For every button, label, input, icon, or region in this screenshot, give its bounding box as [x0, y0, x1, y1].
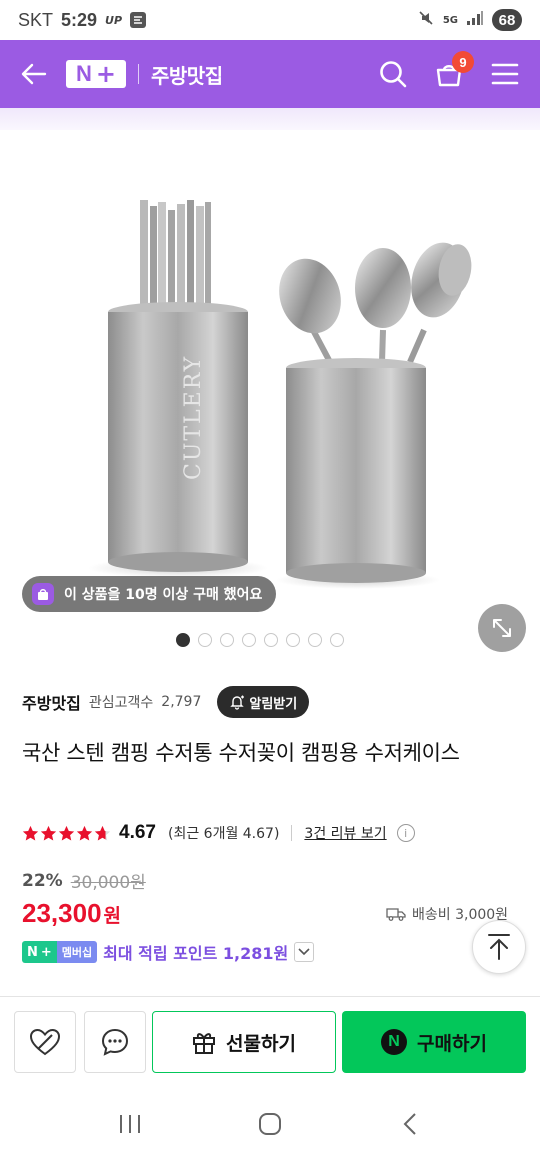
- network-type: 5G: [442, 14, 458, 26]
- alarm-label: 알림받기: [249, 696, 298, 712]
- system-navigation-bar: [0, 1090, 540, 1158]
- promo-strip: [0, 108, 540, 130]
- pagination-dot[interactable]: [286, 633, 300, 647]
- home-button[interactable]: [250, 1104, 290, 1144]
- top-navigation-bar: N + 주방맛집 9: [0, 40, 540, 108]
- battery-indicator: 68: [492, 9, 522, 31]
- product-title: 국산 스텐 캠핑 수저통 수저꽂이 캠핑용 수저케이스: [22, 741, 460, 765]
- star-icon: [76, 825, 93, 841]
- cart-icon[interactable]: 9: [432, 51, 474, 91]
- membership-label: 멤버십: [56, 941, 98, 963]
- heart-icon: [29, 1028, 61, 1056]
- purchase-count-badge: 이 상품을 10명 이상 구매 했어요: [22, 576, 277, 612]
- chevron-left-icon: [403, 1113, 416, 1135]
- pagination-dot[interactable]: [330, 633, 344, 647]
- pagination-dot[interactable]: [198, 633, 212, 647]
- shopping-bag-icon: [32, 583, 54, 605]
- max-points: 최대 적립 포인트 1,281원: [103, 944, 289, 963]
- membership-badge: N + 멤버십: [22, 941, 98, 963]
- star-icon: [40, 825, 57, 841]
- points-row[interactable]: N + 멤버십 최대 적립 포인트 1,281원: [22, 940, 315, 964]
- delivery-truck-icon: [386, 908, 406, 921]
- rating-value: 4.67: [119, 822, 156, 843]
- store-name-title[interactable]: 주방맛집: [151, 60, 223, 89]
- price-unit: 원: [103, 905, 122, 927]
- carrier-label: SKT: [18, 9, 54, 30]
- store-link[interactable]: 주방맛집: [22, 690, 81, 714]
- chevron-down-icon[interactable]: [294, 942, 315, 962]
- star-icon: [58, 825, 75, 841]
- wishlist-button[interactable]: [14, 1011, 76, 1073]
- original-price: 30,000원: [70, 873, 146, 893]
- recent-apps-button[interactable]: [110, 1104, 150, 1144]
- chat-bubble-icon: [101, 1028, 129, 1056]
- arrow-up-icon: [488, 934, 510, 960]
- sale-price: 23,300: [22, 898, 102, 928]
- system-back-button[interactable]: [390, 1104, 430, 1144]
- search-icon[interactable]: [376, 57, 410, 91]
- scroll-to-top-button[interactable]: [472, 920, 526, 974]
- recents-icon: [120, 1115, 140, 1133]
- sale-price-row: 23,300 원: [22, 898, 121, 929]
- divider: [291, 825, 293, 841]
- menu-icon[interactable]: [488, 57, 522, 91]
- product-image-gallery[interactable]: CUTLERY 이 상품을 10명 이상 구매 했어요: [0, 130, 540, 660]
- fans-count: 2,797: [161, 694, 202, 710]
- alarm-subscribe-button[interactable]: 알림받기: [217, 686, 310, 718]
- talktalk-chat-button[interactable]: [84, 1011, 146, 1073]
- up-indicator: UP: [105, 13, 123, 27]
- star-icon: [94, 825, 111, 841]
- status-bar: SKT 5:29 UP 5G 68: [0, 0, 540, 40]
- app-notification-icon: [130, 12, 147, 28]
- rating-row: 4.67 (최근 6개월 4.67) 3건 리뷰 보기 i: [22, 822, 415, 844]
- review-link[interactable]: 3건 리뷰 보기: [304, 823, 386, 843]
- buy-now-button[interactable]: N 구매하기: [342, 1011, 526, 1073]
- pagination-dot[interactable]: [220, 633, 234, 647]
- purchase-badge-text: 이 상품을 10명 이상 구매 했어요: [64, 587, 263, 603]
- back-arrow-icon[interactable]: [18, 58, 50, 90]
- signal-icon: [466, 10, 484, 31]
- gift-label: 선물하기: [226, 1032, 296, 1055]
- pagination-dot[interactable]: [308, 633, 322, 647]
- bell-plus-icon: [230, 695, 245, 710]
- mute-icon: [417, 9, 435, 32]
- gift-button[interactable]: 선물하기: [152, 1011, 336, 1073]
- purchase-action-bar: 선물하기 N 구매하기: [0, 996, 540, 1088]
- discount-row: 22% 30,000원: [22, 868, 146, 894]
- nplus-store-logo[interactable]: N +: [66, 60, 126, 88]
- info-icon[interactable]: i: [396, 824, 415, 842]
- cutlery-engraving: CUTLERY: [181, 355, 206, 480]
- cart-count-badge: 9: [452, 51, 474, 73]
- star-icon: [22, 825, 39, 841]
- divider: [138, 64, 139, 84]
- buy-label: 구매하기: [417, 1032, 487, 1055]
- discount-rate: 22%: [22, 870, 63, 891]
- fans-label: 관심고객수: [88, 695, 154, 711]
- pagination-dot[interactable]: [242, 633, 256, 647]
- gallery-pagination: [0, 633, 540, 647]
- recent-rating: (최근 6개월 4.67): [167, 826, 280, 842]
- pagination-dot[interactable]: [264, 633, 278, 647]
- rating-stars: [22, 825, 111, 842]
- npay-icon: N: [381, 1029, 408, 1055]
- home-icon: [259, 1113, 281, 1135]
- status-time: 5:29: [61, 9, 98, 30]
- pagination-dot[interactable]: [176, 633, 190, 647]
- gift-icon: [193, 1033, 216, 1054]
- store-info-row: 주방맛집 관심고객수 2,797 알림받기: [22, 686, 310, 718]
